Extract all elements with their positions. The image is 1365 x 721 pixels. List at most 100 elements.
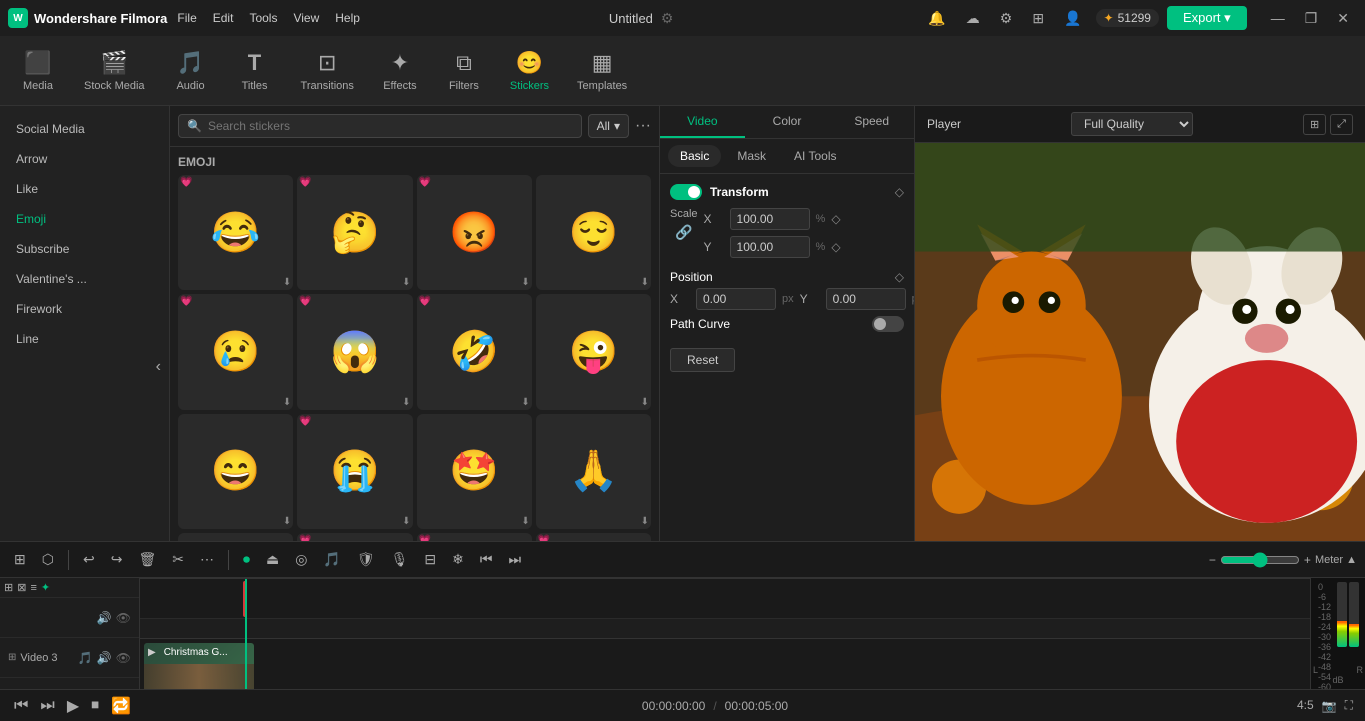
main-track-icon-1[interactable]: 🔊 [97, 611, 112, 625]
list-item[interactable]: 😕❓ [178, 533, 293, 541]
sidebar-item-line[interactable]: Line [0, 324, 169, 354]
list-item[interactable]: 💗 😢 ⬇ [178, 294, 293, 409]
play-button[interactable]: ▶ [65, 694, 81, 718]
position-x-input[interactable] [696, 288, 776, 310]
loop-button[interactable]: 🔁 [109, 694, 133, 718]
sidebar-item-valentines[interactable]: Valentine's ... [0, 264, 169, 294]
audio-mute-icon[interactable]: 🎵 [78, 651, 93, 665]
skip-back-button[interactable]: ⏮ [12, 695, 30, 717]
delete-button[interactable]: 🗑 [132, 549, 162, 570]
split-btn[interactable]: ⊟ [418, 549, 442, 570]
main-track-icon-2[interactable]: 👁 [116, 611, 131, 625]
split-track-button[interactable]: ⊠ [17, 581, 26, 594]
volume-icon[interactable]: 🔊 [97, 651, 112, 665]
ai-track-button[interactable]: ✦ [41, 581, 50, 594]
scale-x-input[interactable] [730, 208, 810, 230]
share-icon[interactable]: 🔔 [922, 8, 951, 29]
cloud-icon[interactable]: ☁ [960, 8, 986, 29]
list-item[interactable]: 🙏 ⬇ [536, 414, 651, 529]
undo-button[interactable]: ↩ [77, 549, 101, 570]
fullscreen-button[interactable]: ⤢ [1330, 114, 1353, 135]
list-item[interactable]: 💗 😡 ⬇ [417, 175, 532, 290]
list-item[interactable]: 💗 😭 ⬇ [297, 414, 412, 529]
video-clip[interactable]: ▶ Christmas G... [144, 643, 254, 689]
sidebar-item-emoji[interactable]: Emoji [0, 204, 169, 234]
lock-icon[interactable]: 🔗 [675, 224, 692, 241]
list-item[interactable]: 😌 ⬇ [536, 175, 651, 290]
more-options-icon[interactable]: ··· [635, 117, 651, 135]
list-item[interactable]: 💗 😂 ⬇ [178, 175, 293, 290]
list-item[interactable]: 💗 😭 ⬇ [536, 533, 651, 541]
clip-button[interactable]: ⏏ [260, 549, 285, 570]
subtab-basic[interactable]: Basic [668, 145, 721, 167]
screenshot-button[interactable]: 📷 [1322, 698, 1337, 713]
step-back-button[interactable]: ⏭ [38, 695, 56, 717]
sidebar-item-like[interactable]: Like [0, 174, 169, 204]
list-item[interactable]: 🤩 ⬇ [417, 414, 532, 529]
cut-button[interactable]: ✂ [166, 549, 190, 570]
redo-button[interactable]: ↪ [105, 549, 129, 570]
sidebar-item-social-media[interactable]: Social Media [0, 114, 169, 144]
tool-filters[interactable]: ⧉ Filters [434, 44, 494, 98]
tool-stickers[interactable]: 😊 Stickers [498, 44, 561, 98]
group-track-button[interactable]: ≡ [30, 582, 36, 594]
menu-view[interactable]: View [293, 11, 319, 25]
list-item[interactable]: 💗 😱 ⬇ [297, 294, 412, 409]
sidebar-item-firework[interactable]: Firework [0, 294, 169, 324]
magnet-button[interactable]: ⬡ [36, 549, 60, 570]
tab-color[interactable]: Color [745, 106, 830, 138]
menu-file[interactable]: File [177, 11, 196, 25]
reset-button[interactable]: Reset [670, 348, 735, 372]
tool-titles[interactable]: T Titles [225, 44, 285, 98]
mask-btn[interactable]: 🛡 [351, 549, 381, 570]
subtab-mask[interactable]: Mask [725, 145, 778, 167]
list-item[interactable]: 💗 🤣 ⬇ [417, 294, 532, 409]
zoom-minus-icon[interactable]: − [1209, 553, 1216, 567]
tool-templates[interactable]: ▦ Templates [565, 44, 639, 98]
meter-button[interactable]: Meter ▲ [1315, 554, 1357, 566]
grid-view-button[interactable]: ⊞ [1303, 114, 1326, 135]
playhead[interactable] [245, 579, 247, 689]
scale-y-input[interactable] [730, 236, 810, 258]
group-button[interactable]: ⊞ [8, 549, 32, 570]
sidebar-item-subscribe[interactable]: Subscribe [0, 234, 169, 264]
forward-btn[interactable]: ⏭ [502, 549, 527, 570]
search-input[interactable] [208, 119, 573, 133]
tool-transitions[interactable]: ⊡ Transitions [289, 44, 366, 98]
list-item[interactable]: 💗 😍 ⬇ [417, 533, 532, 541]
position-keyframe[interactable]: ◇ [895, 270, 904, 284]
list-item[interactable]: 💗 🤭 ⬇ [297, 533, 412, 541]
account-icon[interactable]: 👤 [1058, 8, 1087, 29]
transform-toggle[interactable] [670, 184, 702, 200]
subtab-ai-tools[interactable]: AI Tools [782, 145, 848, 167]
position-y-input[interactable] [826, 288, 906, 310]
quality-select[interactable]: Full Quality High Quality Medium Quality… [1071, 112, 1193, 136]
tool-effects[interactable]: ✦ Effects [370, 44, 430, 98]
overlay-button[interactable]: ◎ [289, 549, 313, 570]
back-btn[interactable]: ⏮ [474, 549, 499, 570]
menu-edit[interactable]: Edit [213, 11, 234, 25]
add-track-button[interactable]: ⊞ [4, 581, 13, 594]
path-curve-toggle[interactable] [872, 316, 904, 332]
filter-dropdown[interactable]: All ▾ [588, 114, 629, 138]
tool-stock-media[interactable]: 🎬 Stock Media [72, 44, 157, 98]
minimize-button[interactable]: — [1263, 8, 1293, 29]
transform-keyframe-icon[interactable]: ◇ [895, 185, 904, 199]
menu-tools[interactable]: Tools [249, 11, 277, 25]
grid-icon[interactable]: ⊞ [1026, 8, 1050, 29]
zoom-plus-icon[interactable]: + [1304, 553, 1311, 567]
tab-video[interactable]: Video [660, 106, 745, 138]
audio-btn[interactable]: 🎵 [317, 549, 346, 570]
sidebar-item-arrow[interactable]: Arrow [0, 144, 169, 174]
list-item[interactable]: 😄 ⬇ [178, 414, 293, 529]
fullscreen-playback-button[interactable]: ⛶ [1345, 698, 1353, 713]
stop-button[interactable]: ⏹ [89, 695, 101, 717]
freeze-btn[interactable]: ❄ [446, 549, 470, 570]
maximize-button[interactable]: ❐ [1297, 8, 1326, 29]
scale-x-keyframe[interactable]: ◇ [831, 212, 840, 226]
export-button[interactable]: Export ▾ [1167, 6, 1247, 30]
settings-icon[interactable]: ⚙ [994, 8, 1019, 29]
scale-y-keyframe[interactable]: ◇ [831, 240, 840, 254]
search-box[interactable]: 🔍 [178, 114, 582, 138]
eye-icon[interactable]: 👁 [116, 651, 131, 665]
